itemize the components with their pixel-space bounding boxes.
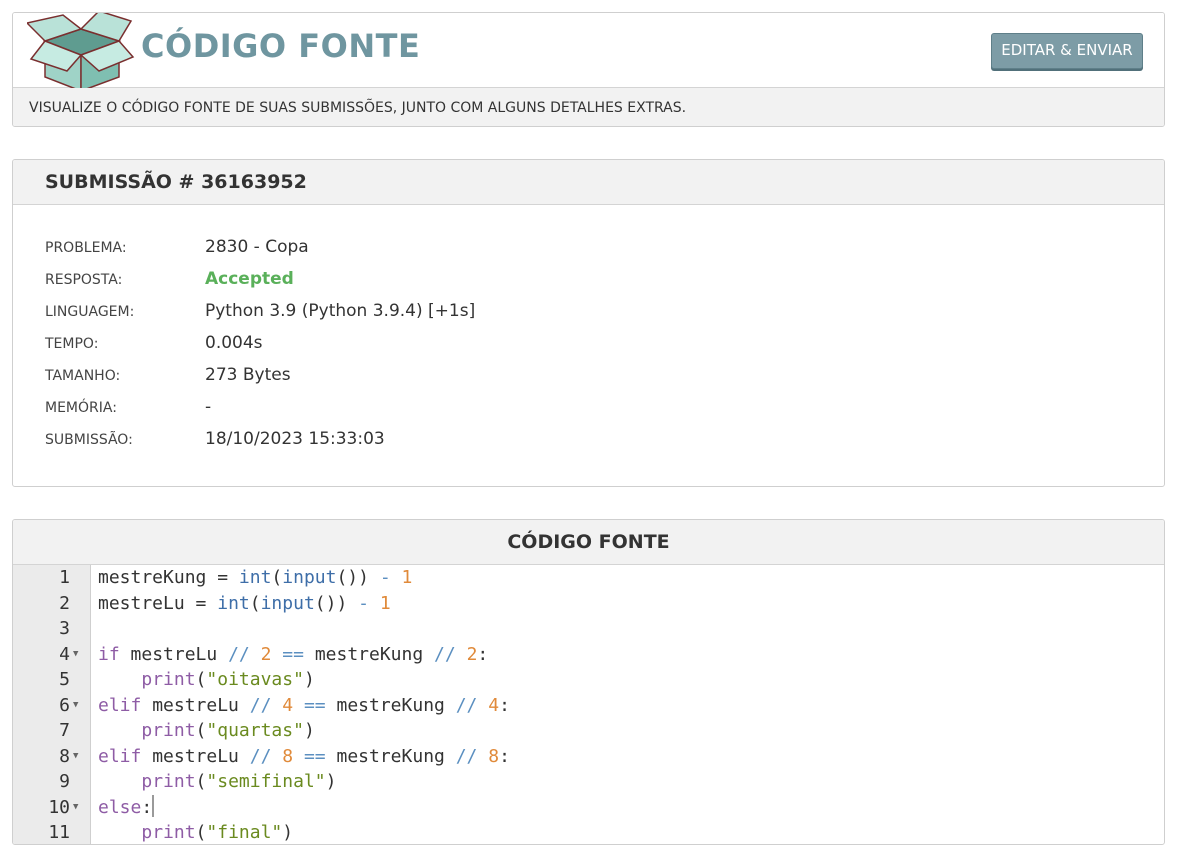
fold-arrow-icon[interactable]: ▼ [73,795,78,821]
code-text: print("quartas") [141,720,315,741]
code-line: 4 ▼ if mestreLu // 2 == mestreKung // 2: [13,642,1164,668]
edit-and-submit-button[interactable]: EDITAR & ENVIAR [991,33,1143,69]
line-number: 6 [59,694,70,716]
line-number: 1 [59,567,70,588]
line-number: 9 [59,771,70,792]
size-value: 273 Bytes [205,365,291,385]
code-text: elif mestreLu // 4 == mestreKung // 4: [98,694,510,716]
code-text: mestreLu = int(input()) - 1 [98,592,391,614]
line-number: 3 [59,618,70,639]
line-number: 2 [59,592,70,614]
code-line: 11 print("final") [13,820,1164,844]
open-box-icon [27,13,135,91]
detail-label: TEMPO: [45,336,99,352]
page-title: CÓDIGO FONTE [141,27,421,65]
code-text: mestreKung = int(input()) - 1 [98,567,413,588]
line-number: 11 [48,822,70,843]
detail-label: TAMANHO: [45,368,121,384]
submission-panel: SUBMISSÃO # 36163952 PROBLEMA: 2830 - Co… [12,159,1165,487]
fold-arrow-icon[interactable]: ▼ [73,642,78,668]
fold-arrow-icon[interactable]: ▼ [73,693,78,719]
source-code-panel: CÓDIGO FONTE 1 mestreKung = int(input()) … [12,519,1165,845]
problem-value: 2830 - Copa [205,237,309,257]
text-cursor [152,794,155,817]
submitted-value: 18/10/2023 15:33:03 [205,429,385,449]
detail-label: LINGUAGEM: [45,304,135,320]
memory-value: - [205,397,212,417]
detail-label: MEMÓRIA: [45,400,117,416]
detail-label: PROBLEMA: [45,240,127,256]
submission-title: SUBMISSÃO # 36163952 [13,160,1164,205]
line-number: 10 [48,796,70,818]
code-line: 10 ▼ else: [13,794,1164,821]
line-number: 7 [59,720,70,741]
code-line: 6 ▼ elif mestreLu // 4 == mestreKung // 4: [13,693,1164,719]
code-text: print("semifinal") [141,771,337,792]
code-text: if mestreLu // 2 == mestreKung // 2: [98,643,489,665]
line-number: 8 [59,745,70,767]
header-top: CÓDIGO FONTE EDITAR & ENVIAR [13,13,1164,91]
code-line: 3 [13,616,1164,642]
answer-status: Accepted [205,269,294,289]
code-text: elif mestreLu // 8 == mestreKung // 8: [98,745,510,767]
page-description: VISUALIZE O CÓDIGO FONTE DE SUAS SUBMISS… [13,88,1164,126]
code-text: print("oitavas") [141,669,315,690]
detail-label: RESPOSTA: [45,272,123,288]
language-value: Python 3.9 (Python 3.9.4) [+1s] [205,301,476,321]
detail-label: SUBMISSÃO: [45,432,133,448]
code-line: 2 mestreLu = int(input()) - 1 [13,591,1164,617]
source-code-title: CÓDIGO FONTE [13,520,1164,565]
code-line: 8 ▼ elif mestreLu // 8 == mestreKung // 8: [13,744,1164,770]
line-number: 4 [59,643,70,665]
code-text: print("final") [141,822,294,843]
code-line: 7 print("quartas") [13,718,1164,744]
code-line: 1 mestreKung = int(input()) - 1 [13,565,1164,591]
code-line: 9 print("semifinal") [13,769,1164,795]
header-panel: CÓDIGO FONTE EDITAR & ENVIAR VISUALIZE O… [12,12,1165,127]
time-value: 0.004s [205,333,263,353]
code-line: 5 print("oitavas") [13,667,1164,693]
code-text: else: [98,794,155,818]
line-number: 5 [59,669,70,690]
fold-arrow-icon[interactable]: ▼ [73,744,78,770]
code-editor[interactable]: 1 mestreKung = int(input()) - 1 2 mestreLu … [13,565,1164,844]
